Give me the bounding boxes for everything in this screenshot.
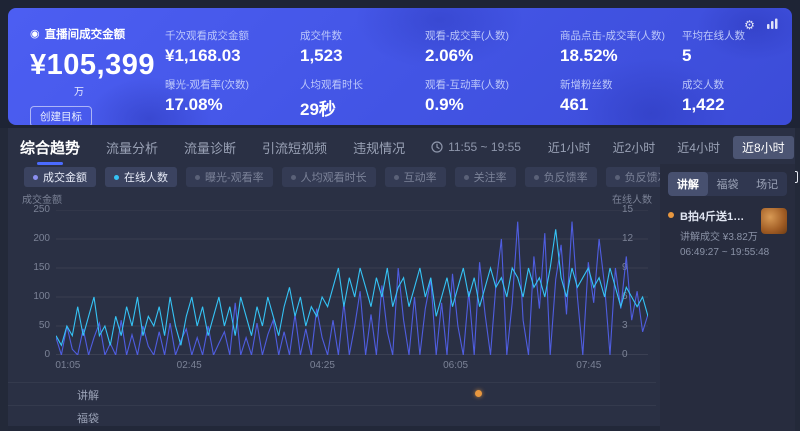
summary-panel: ◉ 直播间成交金额 ¥105,399 万 创建目标 千次观看成交金额 ¥1,16… [8, 8, 792, 125]
range-8h-button[interactable]: 近8小时 [733, 136, 794, 159]
metric-value: ¥1,168.03 [165, 46, 300, 66]
event-panel-tabs: 讲解 福袋 场记 [668, 172, 787, 196]
plot-area[interactable] [56, 210, 648, 355]
gmv-unit: 万 [74, 83, 165, 98]
metric-card: 千次观看成交金额 ¥1,168.03 [165, 28, 300, 77]
left-edge [0, 128, 8, 431]
metric-label: 成交人数 [682, 77, 792, 92]
gmv-badge-label: 直播间成交金额 [45, 26, 126, 42]
metric-label: 新增粉丝数 [560, 77, 682, 92]
dot-icon [394, 175, 399, 180]
metric-value: 1,523 [300, 46, 425, 66]
luckybag-timeline-row: 福袋 [8, 405, 656, 427]
metric-card: 成交件数 1,523 [300, 28, 425, 77]
chip-avg-watch-time[interactable]: 人均观看时长 [282, 167, 376, 187]
metric-card: 新增粉丝数 461 [560, 77, 682, 126]
metric-value: 2.06% [425, 46, 560, 66]
bullet-icon [668, 212, 674, 218]
metric-card: 观看-互动率(人数) 0.9% [425, 77, 560, 126]
metric-card: 人均观看时长 29秒 [300, 77, 425, 126]
metrics-grid: 千次观看成交金额 ¥1,168.03 曝光-观看率(次数) 17.08% 成交件… [165, 8, 792, 125]
gmv-badge: ◉ 直播间成交金额 [30, 26, 165, 42]
metric-value: 1,422 [682, 95, 792, 115]
tab-short-video[interactable]: 引流短视频 [262, 138, 327, 157]
trend-section: 综合趋势 流量分析 流量诊断 引流短视频 违规情况 11:55 ~ 19:55 … [0, 128, 800, 431]
dot-icon [615, 175, 620, 180]
gear-icon[interactable]: ⚙ [742, 18, 757, 33]
metric-value: 18.52% [560, 46, 682, 66]
metric-card: 商品点击-成交率(人数) 18.52% [560, 28, 682, 77]
explain-event-marker[interactable] [475, 390, 482, 397]
dot-icon [534, 175, 539, 180]
metric-value: 461 [560, 95, 682, 115]
metric-value: 29秒 [300, 95, 425, 120]
stats-icon[interactable] [765, 18, 780, 33]
x-axis-ticks: 01:0502:4504:2506:0507:45 [56, 360, 648, 374]
metric-label: 人均观看时长 [300, 77, 425, 92]
metric-value: 0.9% [425, 95, 560, 115]
create-goal-button[interactable]: 创建目标 [30, 106, 92, 125]
live-dashboard: ◉ 直播间成交金额 ¥105,399 万 创建目标 千次观看成交金额 ¥1,16… [0, 0, 800, 431]
metric-card: 平均在线人数 5 [682, 28, 792, 77]
product-title: B拍4斤送1斤共35-4... [680, 208, 755, 224]
dot-icon [195, 175, 200, 180]
chip-interaction-rate[interactable]: 互动率 [385, 167, 446, 187]
dot-icon [291, 175, 296, 180]
time-range-label: 11:55 ~ 19:55 [431, 140, 521, 154]
chip-follow-rate[interactable]: 关注率 [455, 167, 516, 187]
gmv-value: ¥105,399 [30, 49, 165, 82]
chip-exposure-view-rate[interactable]: 曝光-观看率 [186, 167, 273, 187]
trend-tabs: 综合趋势 流量分析 流量诊断 引流短视频 违规情况 11:55 ~ 19:55 … [20, 134, 790, 160]
chip-gmv[interactable]: 成交金额 [24, 167, 96, 187]
explain-row-label: 讲解 [77, 387, 99, 403]
tab-overall-trend[interactable]: 综合趋势 [20, 137, 80, 158]
metric-label: 曝光-观看率(次数) [165, 77, 300, 92]
metric-value: 5 [682, 46, 792, 66]
product-thumbnail [761, 208, 787, 234]
dot-icon [33, 175, 38, 180]
range-2h-button[interactable]: 近2小时 [604, 136, 665, 159]
dot-icon [114, 175, 119, 180]
target-icon: ◉ [30, 29, 40, 40]
tab-explain[interactable]: 讲解 [668, 172, 708, 196]
tab-violations[interactable]: 违规情况 [353, 138, 405, 157]
metric-label: 商品点击-成交率(人数) [560, 28, 682, 43]
event-panel: 讲解 福袋 场记 B拍4斤送1斤共35-4... 讲解成交 ¥3.82万 06:… [660, 164, 795, 431]
metric-value: 17.08% [165, 95, 300, 115]
metric-label: 千次观看成交金额 [165, 28, 300, 43]
tab-traffic-analysis[interactable]: 流量分析 [106, 138, 158, 157]
tab-scene-notes[interactable]: 场记 [747, 172, 787, 196]
tab-traffic-diagnosis[interactable]: 流量诊断 [184, 138, 236, 157]
explain-timeline-row: 讲解 [8, 382, 656, 404]
metric-card: 曝光-观看率(次数) 17.08% [165, 77, 300, 126]
chip-online-users[interactable]: 在线人数 [105, 167, 177, 187]
metric-label: 观看-成交率(人数) [425, 28, 560, 43]
range-1h-button[interactable]: 近1小时 [539, 136, 600, 159]
clock-icon [431, 141, 443, 153]
range-4h-button[interactable]: 近4小时 [668, 136, 729, 159]
tab-luckybag[interactable]: 福袋 [708, 172, 748, 196]
chip-negative-feedback-rate[interactable]: 负反馈率 [525, 167, 597, 187]
explain-list-item[interactable]: B拍4斤送1斤共35-4... 讲解成交 ¥3.82万 06:49:27 ~ 1… [668, 208, 787, 258]
explain-deal-amount: 讲解成交 ¥3.82万 [680, 228, 755, 243]
metric-label: 观看-互动率(人数) [425, 77, 560, 92]
dot-icon [464, 175, 469, 180]
metric-label: 成交件数 [300, 28, 425, 43]
metric-card: 观看-成交率(人数) 2.06% [425, 28, 560, 77]
explain-time-range: 06:49:27 ~ 19:55:48 [680, 247, 755, 258]
luckybag-row-label: 福袋 [77, 410, 99, 426]
gmv-block: ◉ 直播间成交金额 ¥105,399 万 创建目标 [8, 8, 165, 125]
metric-card: 成交人数 1,422 [682, 77, 792, 126]
